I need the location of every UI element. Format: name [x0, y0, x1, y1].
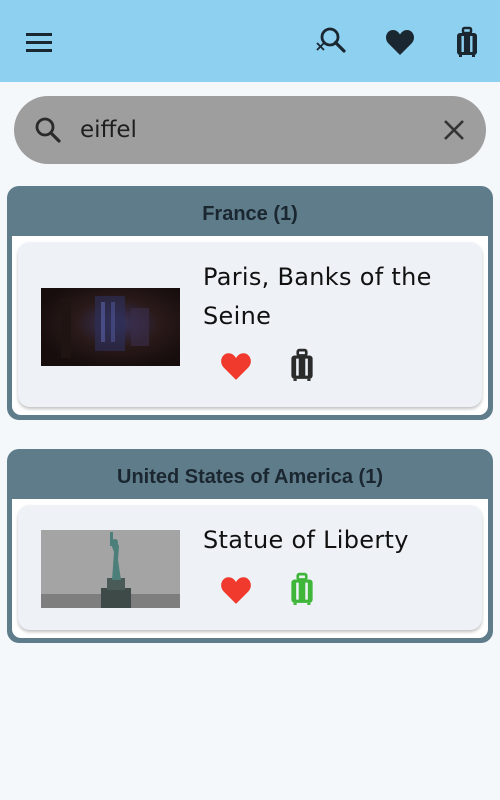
- place-thumbnail: [41, 530, 180, 608]
- group-header: France (1): [202, 203, 298, 225]
- app-bar: [0, 0, 500, 82]
- luggage-icon[interactable]: [285, 348, 319, 382]
- country-group-usa: United States of America (1) Statue of L…: [7, 449, 493, 643]
- group-header: United States of America (1): [117, 466, 383, 488]
- search-icon: [34, 116, 62, 144]
- place-thumbnail: [41, 288, 180, 366]
- clear-search-icon[interactable]: [314, 26, 346, 58]
- search-input[interactable]: [80, 110, 430, 150]
- group-body: Paris, Banks of the Seine: [12, 236, 488, 415]
- close-icon[interactable]: [440, 116, 468, 144]
- menu-icon[interactable]: [24, 26, 56, 58]
- country-group-france: France (1) Paris, Banks of the Seine: [7, 186, 493, 420]
- group-body: Statue of Liberty: [12, 499, 488, 638]
- luggage-icon-active[interactable]: [285, 572, 319, 606]
- place-card[interactable]: Paris, Banks of the Seine: [18, 242, 482, 407]
- place-title[interactable]: Paris, Banks of the Seine: [203, 258, 473, 336]
- place-title[interactable]: Statue of Liberty: [203, 521, 473, 560]
- favorite-heart-icon[interactable]: [219, 349, 253, 383]
- place-card[interactable]: Statue of Liberty: [18, 505, 482, 630]
- favorites-heart-icon[interactable]: [384, 26, 416, 58]
- search-bar: [14, 96, 486, 164]
- luggage-icon[interactable]: [451, 26, 483, 58]
- favorite-heart-icon[interactable]: [219, 573, 253, 607]
